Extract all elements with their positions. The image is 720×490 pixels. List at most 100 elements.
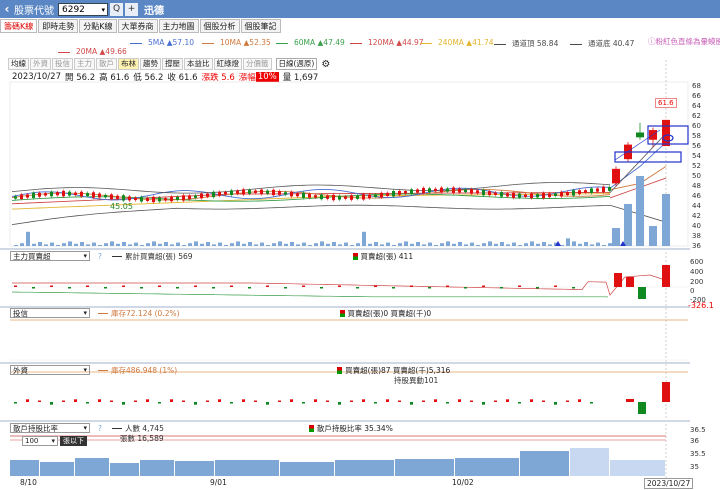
foreign-bar: [26, 399, 29, 402]
candle-body: [98, 193, 101, 198]
candle-body: [212, 191, 215, 198]
price-tick: 60: [692, 122, 701, 130]
volume-bar: [494, 243, 498, 246]
mf-bar: [374, 285, 377, 287]
candle-body: [518, 193, 521, 198]
holders-threshold: 100 張以下: [22, 436, 87, 446]
volume-bar: [662, 194, 670, 246]
mf-bar: [248, 287, 251, 289]
candle-body: [512, 192, 515, 198]
foreign-bar: [386, 399, 389, 402]
candle-body: [74, 192, 77, 195]
price-tick: 62: [692, 112, 701, 120]
volume-bar: [428, 242, 432, 246]
candle-body: [326, 195, 329, 199]
big-candle-body: [662, 119, 670, 147]
candle-body: [248, 189, 251, 194]
volume-bar: [530, 241, 534, 246]
mf-bar: [392, 287, 395, 289]
volume-bar: [452, 243, 456, 246]
mf-bar: [446, 285, 449, 287]
volume-bar: [50, 242, 54, 246]
candle-body: [86, 192, 89, 197]
mf-bar: [338, 285, 341, 287]
holders-area-step: [110, 463, 139, 476]
main-force-select[interactable]: 主力買賣超: [10, 251, 90, 261]
trust-select[interactable]: 投信: [10, 308, 90, 318]
candle-body: [428, 188, 431, 193]
mf-bar: [410, 285, 413, 287]
holders-axis-35-5: 35.5: [690, 450, 706, 458]
threshold-select[interactable]: 100: [22, 436, 58, 446]
price-tick: 66: [692, 92, 701, 100]
volume-bar: [116, 243, 120, 246]
volume-bar: [206, 242, 210, 246]
holders-area-step: [570, 448, 609, 476]
help-icon[interactable]: ?: [98, 424, 102, 433]
mf-bar: [302, 285, 305, 287]
date-tick: 10/02: [452, 478, 474, 487]
panel-holders-header: 散戶持股比率 ? 人數 4,745 散戶持股比率 35.34%: [10, 422, 393, 434]
volume-bar: [380, 244, 384, 246]
candle-body: [26, 194, 29, 198]
foreign-bar: [278, 400, 281, 402]
candle-body: [38, 192, 41, 197]
holders-select[interactable]: 散戶持股比率: [10, 423, 90, 433]
foreign-bar: [434, 399, 437, 402]
candle-body: [314, 195, 317, 198]
price-tick: 44: [692, 202, 701, 210]
trust-leg-inv: 庫存72.124 (0.2%): [98, 308, 180, 319]
volume-bar: [110, 241, 114, 246]
volume-bar: [74, 243, 78, 246]
foreign-bar: [254, 400, 257, 402]
mf-bar: [536, 287, 539, 289]
help-icon[interactable]: ?: [98, 252, 102, 261]
foreign-bar: [410, 402, 413, 405]
holders-area-step: [175, 461, 214, 476]
candle-body: [44, 193, 47, 196]
volume-bar: [572, 241, 576, 246]
candle-body: [398, 191, 401, 195]
mf-bar-big: [626, 277, 634, 287]
volume-bar: [416, 242, 420, 246]
candle-body: [290, 191, 293, 197]
foreign-bar: [134, 400, 137, 402]
volume-bar: [134, 242, 138, 246]
foreign-bar: [590, 402, 593, 404]
price-tick: 54: [692, 152, 701, 160]
channel-bottom-line: [11, 204, 611, 225]
volume-bar: [272, 243, 276, 246]
volume-bar: [260, 242, 264, 246]
foreign-bar: [230, 402, 233, 404]
mf-bar: [356, 287, 359, 289]
candle-body: [206, 193, 209, 197]
holders-area-step: [395, 459, 454, 476]
candle-body: [128, 196, 131, 201]
volume-bar: [32, 243, 36, 246]
trust-leg-net: 買賣超(張)0 買賣超(千)0: [340, 308, 432, 319]
holders-area-step: [75, 458, 109, 476]
volume-bar: [524, 243, 528, 246]
candle-body: [170, 196, 173, 202]
candle-body: [146, 197, 149, 201]
candle-body: [386, 192, 389, 196]
candle-body: [500, 192, 503, 197]
price-tick: 42: [692, 212, 701, 220]
mf-bar: [230, 285, 233, 287]
candle-body: [272, 189, 275, 196]
volume-bar: [542, 242, 546, 246]
candle-body: [230, 190, 233, 195]
trust-axis-value: -326.1: [688, 301, 714, 310]
price-tick: 40: [692, 222, 701, 230]
holders-area-step: [140, 460, 174, 476]
foreign-bar: [458, 399, 461, 402]
mf-axis-400: 400: [690, 268, 704, 276]
volume-bar: [164, 242, 168, 246]
holders-area-step: [280, 462, 334, 476]
foreign-select[interactable]: 外資: [10, 365, 90, 375]
price-tick: 58: [692, 132, 701, 140]
volume-bar: [482, 243, 486, 246]
holders-axis-36-5: 36.5: [690, 426, 706, 434]
volume-bar: [392, 245, 396, 246]
candle-body: [266, 190, 269, 194]
